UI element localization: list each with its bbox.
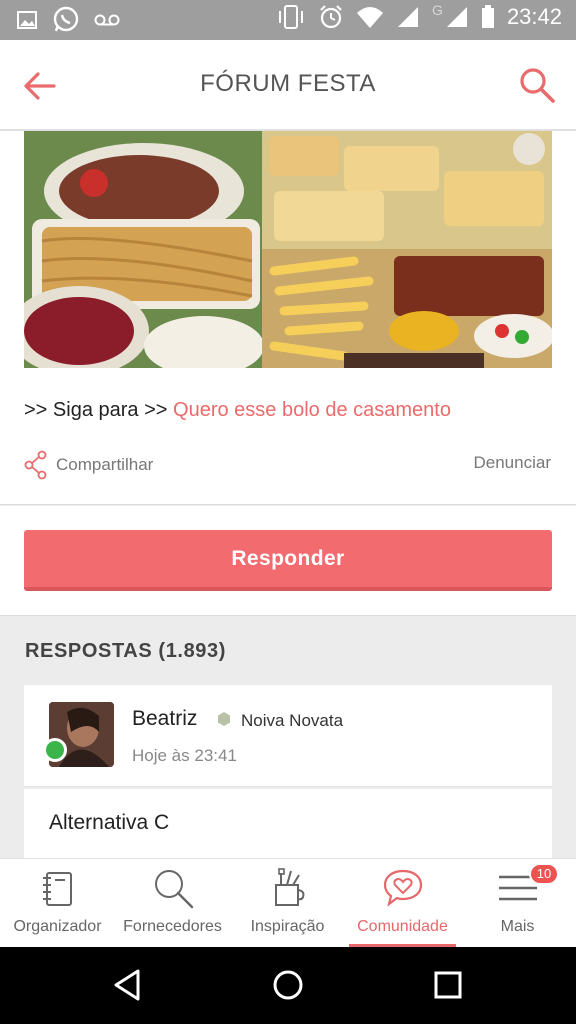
system-navigation-bar	[0, 947, 576, 1024]
notification-badge: 10	[529, 863, 559, 885]
app-bar: FÓRUM FESTA	[0, 40, 576, 130]
image-icon	[17, 11, 37, 29]
reply-section: Responder	[0, 506, 576, 616]
nav-label: Mais	[500, 918, 535, 935]
whatsapp-icon	[53, 6, 79, 32]
recents-square-icon[interactable]	[430, 967, 466, 1003]
author-role: Noiva Novata	[241, 711, 344, 730]
post-image[interactable]	[24, 131, 552, 368]
nav-label: Inspiração	[250, 918, 325, 935]
voicemail-icon	[94, 14, 120, 26]
response-timestamp: Hoje às 23:41	[132, 746, 237, 765]
share-icon	[24, 450, 47, 480]
follow-prefix: >> Siga para >>	[24, 399, 174, 421]
reply-button[interactable]: Responder	[24, 530, 552, 591]
heart-chat-icon	[383, 869, 423, 907]
page-title: FÓRUM FESTA	[200, 70, 376, 97]
nav-label: Fornecedores	[123, 918, 222, 935]
wifi-icon	[357, 7, 384, 28]
author-name[interactable]: Beatriz	[132, 707, 197, 731]
signal-icon	[446, 7, 467, 27]
nav-item-organizador[interactable]: Organizador	[0, 859, 115, 948]
response-header-card: Beatriz Noiva Novata Hoje às 23:41	[24, 685, 552, 787]
notebook-icon	[43, 872, 72, 906]
nav-label: Organizador	[13, 918, 102, 935]
follow-text: >> Siga para >> Quero esse bolo de casam…	[24, 399, 451, 422]
network-type-label: G	[432, 2, 443, 18]
food-collage-image	[24, 131, 552, 368]
hexagon-badge-icon	[218, 712, 230, 726]
status-bar: G 23:42	[0, 0, 576, 40]
nav-item-inspiracao[interactable]: Inspiração	[230, 859, 345, 948]
response-body-card: Alternativa C	[24, 789, 552, 869]
search-icon[interactable]	[518, 66, 556, 104]
nav-item-mais[interactable]: 10 Mais	[460, 859, 575, 948]
search-icon	[155, 870, 194, 909]
share-button[interactable]: Compartilhar	[24, 450, 153, 480]
nav-item-comunidade[interactable]: Comunidade	[345, 859, 460, 948]
back-triangle-icon[interactable]	[110, 967, 146, 1003]
signal-icon	[398, 7, 419, 27]
vibrate-icon	[279, 5, 304, 29]
home-circle-icon[interactable]	[270, 967, 306, 1003]
response-text: Alternativa C	[49, 811, 170, 834]
clock: 23:42	[506, 4, 562, 29]
online-status-indicator	[43, 738, 67, 762]
bottom-navigation: Organizador Fornecedores Inspiração Comu…	[0, 858, 576, 948]
craft-cup-icon	[275, 868, 305, 906]
responses-header: RESPOSTAS (1.893)	[25, 640, 227, 662]
battery-icon	[481, 5, 494, 28]
share-label: Compartilhar	[56, 455, 154, 474]
nav-label: Comunidade	[357, 918, 448, 935]
alarm-icon	[320, 5, 342, 29]
nav-item-fornecedores[interactable]: Fornecedores	[115, 859, 230, 948]
report-button[interactable]: Denunciar	[474, 453, 552, 473]
forum-post: >> Siga para >> Quero esse bolo de casam…	[0, 131, 576, 505]
follow-link[interactable]: Quero esse bolo de casamento	[173, 399, 451, 421]
